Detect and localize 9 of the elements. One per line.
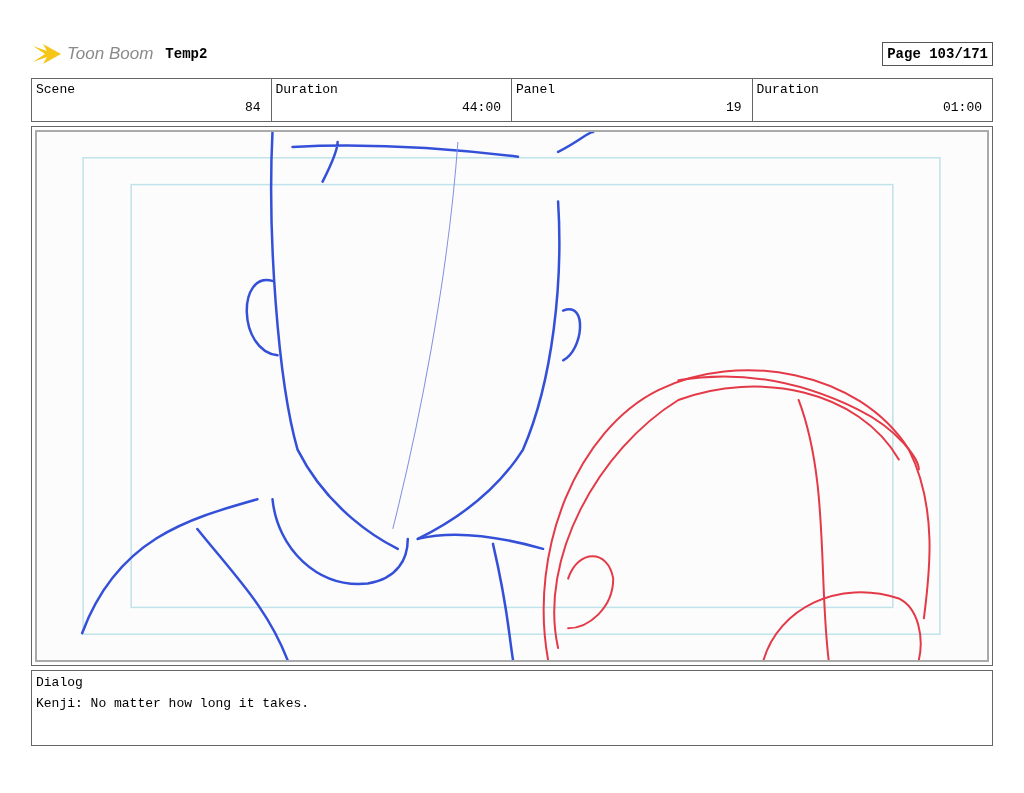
info-cell: Panel 19 — [512, 78, 753, 122]
dialog-label: Dialog — [36, 675, 84, 690]
dialog-text: Kenji: No matter how long it takes. — [36, 696, 311, 711]
info-cell: Scene 84 — [31, 78, 272, 122]
info-cell: Duration 44:00 — [271, 78, 512, 122]
logo-text: Toon Boom — [67, 44, 154, 64]
project-title: Temp2 — [165, 46, 208, 62]
page-number: Page 103/171 — [882, 42, 993, 66]
info-cell: Duration 01:00 — [752, 78, 993, 122]
